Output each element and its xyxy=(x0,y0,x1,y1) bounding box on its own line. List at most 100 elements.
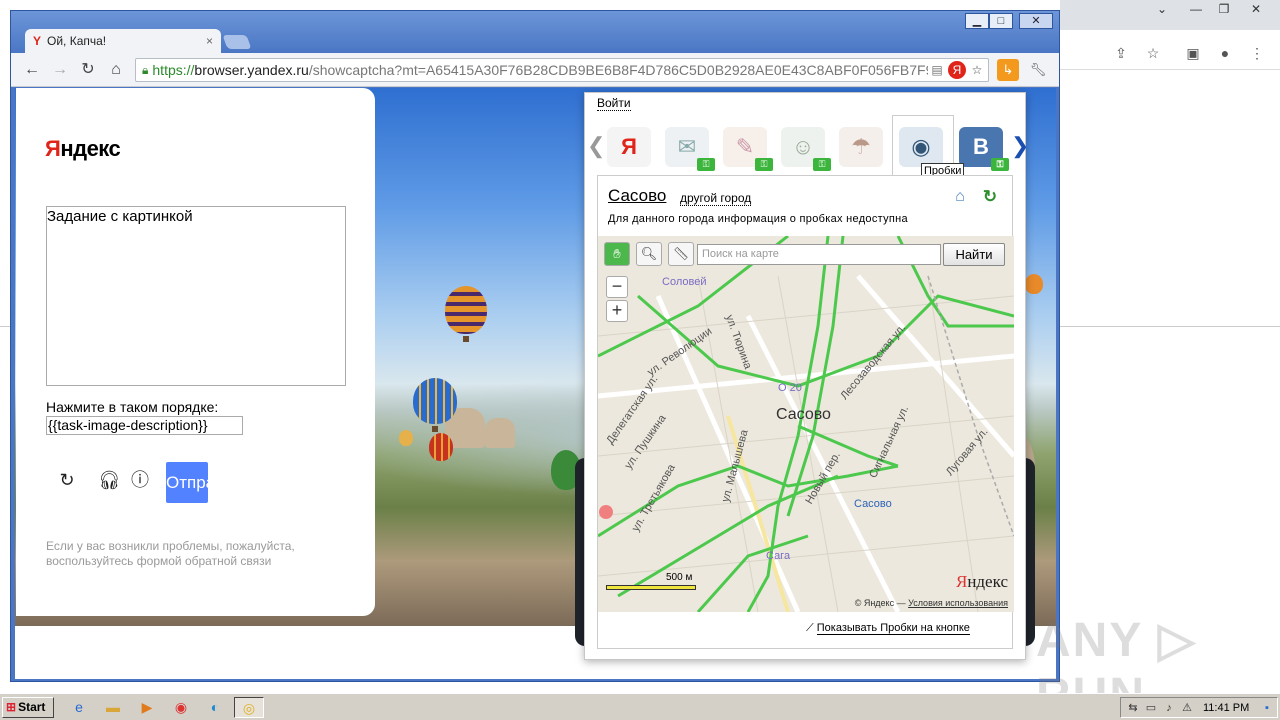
share-icon[interactable]: ⇪ xyxy=(1112,44,1130,62)
minimize-button[interactable]: ▁ xyxy=(965,13,989,29)
taskbar: ⊞ Start e ▬ ▶ ◉ ◐ ◎ ⇆ ▭ ♪ ⚠ 11:41 PM ▪ xyxy=(0,693,1280,720)
headphones-icon[interactable]: 🎧︎ xyxy=(98,469,121,491)
yandex-browser-task[interactable]: ◎ xyxy=(234,697,264,718)
volume-icon[interactable]: ♪ xyxy=(1161,700,1177,716)
map-city-label: Сасово xyxy=(776,406,831,423)
security-icon[interactable]: ⚠ xyxy=(1179,700,1195,716)
zoom-in-button[interactable]: + xyxy=(606,300,628,322)
address-bar[interactable]: 🔒︎ https://browser.yandex.ru/showcaptcha… xyxy=(135,58,989,82)
balloon-basket xyxy=(432,426,438,432)
yandex-bar-extension-icon[interactable]: ↳ xyxy=(997,59,1019,81)
sidepanel-icon[interactable]: ▣ xyxy=(1184,44,1202,62)
url-scheme: https:// xyxy=(152,62,195,78)
ruler-icon[interactable]: 📏︎ xyxy=(668,242,694,266)
chevron-down-icon[interactable]: ⌄ xyxy=(1148,0,1176,18)
minimize-icon[interactable]: — xyxy=(1182,0,1210,18)
chevron-left-icon[interactable]: ❮ xyxy=(587,133,605,159)
close-button[interactable]: ✕ xyxy=(1019,13,1053,29)
profile-icon[interactable]: ● xyxy=(1216,44,1234,62)
map[interactable]: ✋︎ 🔍︎ 📏︎ Поиск на карте Найти − + Солове… xyxy=(598,236,1014,612)
login-link[interactable]: Войти xyxy=(597,96,631,111)
yandex-favicon-icon: Y xyxy=(33,34,42,48)
page-icon[interactable]: ▤ xyxy=(928,61,946,79)
restore-icon[interactable]: ❐ xyxy=(1210,0,1238,18)
help-text[interactable]: Если у вас возникли проблемы, пожалуйста… xyxy=(46,539,316,569)
key-icon: ⚿ xyxy=(813,158,831,171)
yandex-icon[interactable]: Я xyxy=(948,61,966,79)
zoom-out-button[interactable]: − xyxy=(606,276,628,298)
wand-icon: ⟋ xyxy=(806,622,817,634)
map-search-input[interactable]: Поиск на карте xyxy=(697,244,941,265)
edge-icon[interactable]: ◐ xyxy=(202,697,228,718)
tab-close-icon[interactable]: × xyxy=(206,34,213,48)
balloon xyxy=(1025,274,1043,294)
star-icon[interactable]: ☆ xyxy=(1144,44,1162,62)
balloon xyxy=(429,433,453,461)
url-host: browser.yandex.ru xyxy=(194,62,309,78)
wrench-icon[interactable]: 🔧︎ xyxy=(1027,59,1049,81)
show-traffic-label: Показывать Пробки на кнопке xyxy=(816,622,970,635)
refresh-icon[interactable]: ↻ xyxy=(979,186,1001,208)
poi-label[interactable]: Сага xyxy=(766,550,790,562)
url-path: /showcaptcha?mt=A65415A30F76B28CDB9BE6B8… xyxy=(308,62,934,78)
forward-icon[interactable]: → xyxy=(49,59,71,81)
tab-captcha[interactable]: Y Ой, Капча! × xyxy=(25,29,221,53)
star-icon[interactable]: ☆ xyxy=(968,61,986,79)
pan-hand-icon[interactable]: ✋︎ xyxy=(604,242,630,266)
info-icon[interactable]: ⓘ xyxy=(129,469,151,491)
terms-link[interactable]: Условия использования xyxy=(908,598,1008,608)
logo-letter: Я xyxy=(45,136,61,161)
home-icon[interactable]: ⌂ xyxy=(105,59,127,81)
key-icon: ⚿ xyxy=(697,158,715,171)
network-icon[interactable]: ⇆ xyxy=(1125,700,1141,716)
submit-button[interactable]: Отправить xyxy=(166,462,208,503)
clock[interactable]: 11:41 PM xyxy=(1203,698,1249,719)
folder-icon[interactable]: ▬ xyxy=(100,697,126,718)
back-icon[interactable]: ← xyxy=(21,59,43,81)
start-button[interactable]: ⊞ Start xyxy=(2,697,54,718)
city-name[interactable]: Сасово xyxy=(608,186,666,206)
vk-service-icon[interactable]: B ⚿ xyxy=(959,127,1009,171)
background-toolbar: ⇪ ☆ ▣ ● ⋮ xyxy=(1060,34,1280,70)
notification-icon[interactable]: ▪ xyxy=(1259,700,1275,716)
ie-icon[interactable]: e xyxy=(66,697,92,718)
home-icon[interactable]: ⌂ xyxy=(949,186,971,208)
poi-label[interactable]: О 20 xyxy=(778,382,802,394)
key-icon: ⚿ xyxy=(991,158,1009,171)
media-player-icon[interactable]: ▶ xyxy=(134,697,160,718)
person-service-icon[interactable]: ☺ ⚿ xyxy=(781,127,831,171)
task-image-box[interactable]: Задание с картинкой xyxy=(46,206,346,386)
chrome-icon[interactable]: ◉ xyxy=(168,697,194,718)
display-icon[interactable]: ▭ xyxy=(1143,700,1159,716)
mail-service-icon[interactable]: ✉ ⚿ xyxy=(665,127,715,171)
show-traffic-on-button-link[interactable]: ⟋ Показывать Пробки на кнопке xyxy=(806,622,970,635)
close-icon[interactable]: ✕ xyxy=(1242,0,1270,18)
umbrella-service-icon[interactable]: ☂ xyxy=(839,127,883,167)
refresh-icon[interactable]: ↻ xyxy=(56,469,78,491)
no-info-text: Для данного города информация о пробках … xyxy=(608,213,908,225)
services-strip: ❮ Я ✉ ⚿ ✎ ⚿ ☺ ⚿ ☂ ◉ B ⚿ ❯ Пробки xyxy=(585,111,1029,179)
divider xyxy=(1060,326,1280,327)
poi-label[interactable]: Соловей xyxy=(662,276,706,288)
zoom-area-icon[interactable]: 🔍︎ xyxy=(636,242,662,266)
yandex-logo: Яндекс xyxy=(45,136,121,162)
scale-bar xyxy=(606,585,696,590)
yandex-service-icon[interactable]: Я xyxy=(607,127,651,167)
station-label[interactable]: Сасово xyxy=(854,498,892,510)
menu-icon[interactable]: ⋮ xyxy=(1248,44,1266,62)
chevron-right-icon[interactable]: ❯ xyxy=(1011,133,1029,159)
captcha-card: Яндекс Задание с картинкой Нажмите в так… xyxy=(16,88,375,616)
balloon-basket xyxy=(463,336,469,342)
maximize-button[interactable]: □ xyxy=(989,13,1013,29)
notes-service-icon[interactable]: ✎ ⚿ xyxy=(723,127,773,171)
find-button[interactable]: Найти xyxy=(943,243,1005,266)
order-description: {{task-image-description}} xyxy=(46,416,243,435)
reload-icon[interactable]: ↻ xyxy=(77,59,99,81)
start-label: Start xyxy=(18,700,46,714)
other-city-link[interactable]: другой город xyxy=(680,192,752,206)
balloon xyxy=(445,286,487,334)
background-titlebar: ⌄ — ❐ ✕ xyxy=(1060,0,1280,30)
logo-letter: Я xyxy=(955,572,968,591)
traffic-service-icon[interactable]: ◉ xyxy=(899,127,943,167)
new-tab-button[interactable] xyxy=(222,35,252,49)
